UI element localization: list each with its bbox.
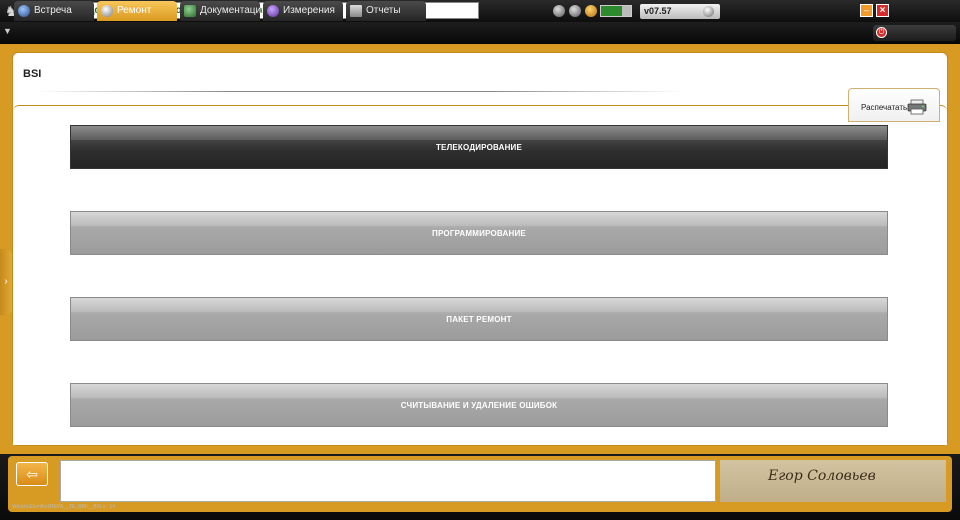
printer-icon — [907, 99, 927, 115]
message-box — [60, 460, 716, 502]
bottom-frame: ⇦ Егор Соловьев — [8, 456, 952, 512]
tab-bar — [0, 22, 960, 44]
menu-button-telecoding[interactable]: ТЕЛЕКОДИРОВАНИЕ — [70, 125, 888, 169]
globe-icon — [18, 5, 30, 17]
menu-button-programming[interactable]: ПРОГРАММИРОВАНИЕ — [70, 211, 888, 255]
speed-icon[interactable] — [569, 5, 581, 17]
print-label: Распечатать — [861, 103, 908, 112]
tab-reports[interactable]: Отчеты — [346, 1, 426, 21]
wave-icon — [267, 5, 279, 17]
battery-icon — [600, 5, 632, 17]
button-shine — [71, 212, 887, 226]
menu-button-label: ПРОГРАММИРОВАНИЕ — [432, 229, 526, 238]
bottom-bar: ⇦ Егор Соловьев Vehicle\Elemfbsi\REPA__T… — [0, 454, 960, 520]
signature-watermark: Егор Соловьев — [720, 460, 946, 502]
button-shine — [71, 384, 887, 398]
power-control[interactable]: ⏻ — [873, 25, 956, 41]
version-knob-icon[interactable] — [703, 6, 714, 17]
tab-label: Ремонт — [117, 5, 152, 16]
tab-label: Измерения — [283, 5, 335, 16]
connection-icon[interactable] — [585, 5, 597, 17]
magnifier-icon — [101, 5, 113, 17]
tab-documentation[interactable]: Документация — [180, 1, 267, 21]
version-text: v07.57 — [644, 6, 672, 16]
menu-button-repair-pack[interactable]: ПАКЕТ РЕМОНТ — [70, 297, 888, 341]
tab-label: Встреча — [34, 5, 72, 16]
menu-button-label: ТЕЛЕКОДИРОВАНИЕ — [435, 143, 523, 152]
back-button[interactable]: ⇦ — [16, 462, 48, 486]
page-title: BSI — [23, 68, 42, 80]
chevron-right-icon: › — [4, 276, 8, 287]
tab-label: Отчеты — [366, 5, 401, 16]
title-divider — [35, 91, 685, 92]
book-icon — [184, 5, 196, 17]
side-panel-toggle[interactable]: › — [0, 249, 12, 315]
signature-text: Егор Соловьев — [768, 468, 876, 484]
button-shine — [71, 126, 887, 140]
refresh-icon[interactable] — [553, 5, 565, 17]
minimize-button[interactable]: – — [860, 4, 873, 17]
print-button[interactable]: Распечатать — [848, 88, 940, 122]
back-arrow-icon: ⇦ — [26, 466, 38, 482]
power-icon[interactable]: ⏻ — [876, 27, 887, 38]
report-icon — [350, 5, 362, 17]
tab-meeting[interactable]: Встреча — [14, 1, 94, 21]
menu-button-label: ПАКЕТ РЕМОНТ — [446, 315, 512, 324]
status-path: Vehicle\Elemfbsi\REPA__TE_BBF__BSI.s : 1… — [12, 504, 116, 510]
tab-repair[interactable]: Ремонт — [97, 1, 177, 21]
menu-button-read-clear-faults[interactable]: СЧИТЫВАНИЕ И УДАЛЕНИЕ ОШИБОК — [70, 383, 888, 427]
tabs-chevron-down-icon[interactable]: ▼ — [3, 26, 12, 36]
tab-measurements[interactable]: Измерения — [263, 1, 343, 21]
main-frame: BSI Распечатать › ТЕЛЕКОДИРОВАНИЕ ПРОГРА… — [0, 44, 960, 454]
button-shine — [71, 298, 887, 312]
close-button[interactable]: × — [876, 4, 889, 17]
version-badge: v07.57 — [640, 4, 720, 19]
menu-button-label: СЧИТЫВАНИЕ И УДАЛЕНИЕ ОШИБОК — [400, 401, 558, 410]
tab-label: Документация — [200, 5, 267, 16]
